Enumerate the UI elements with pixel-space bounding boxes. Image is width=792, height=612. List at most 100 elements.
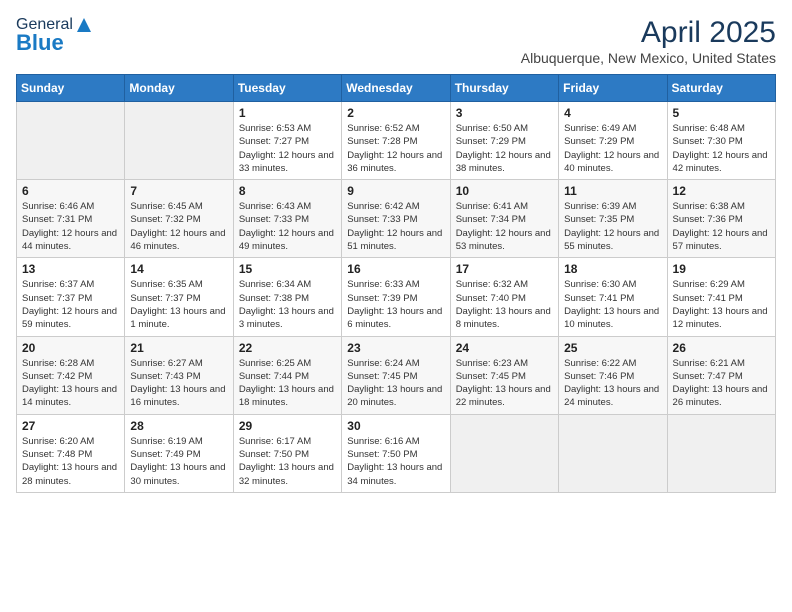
day-info: Sunrise: 6:32 AM Sunset: 7:40 PM Dayligh…	[456, 278, 553, 331]
day-info: Sunrise: 6:29 AM Sunset: 7:41 PM Dayligh…	[673, 278, 770, 331]
calendar-week-row: 27 Sunrise: 6:20 AM Sunset: 7:48 PM Dayli…	[17, 414, 776, 492]
day-number: 6	[22, 184, 119, 198]
day-number: 12	[673, 184, 770, 198]
calendar-cell: 19 Sunrise: 6:29 AM Sunset: 7:41 PM Dayli…	[667, 258, 775, 336]
day-number: 28	[130, 419, 227, 433]
day-number: 4	[564, 106, 661, 120]
calendar-table: SundayMondayTuesdayWednesdayThursdayFrid…	[16, 74, 776, 493]
calendar-week-row: 6 Sunrise: 6:46 AM Sunset: 7:31 PM Daylig…	[17, 180, 776, 258]
day-number: 5	[673, 106, 770, 120]
calendar-cell: 24 Sunrise: 6:23 AM Sunset: 7:45 PM Dayli…	[450, 336, 558, 414]
weekday-header-saturday: Saturday	[667, 75, 775, 102]
calendar-cell: 16 Sunrise: 6:33 AM Sunset: 7:39 PM Dayli…	[342, 258, 450, 336]
day-number: 13	[22, 262, 119, 276]
calendar-cell: 15 Sunrise: 6:34 AM Sunset: 7:38 PM Dayli…	[233, 258, 341, 336]
day-number: 29	[239, 419, 336, 433]
title-block: April 2025 Albuquerque, New Mexico, Unit…	[521, 16, 776, 66]
day-info: Sunrise: 6:39 AM Sunset: 7:35 PM Dayligh…	[564, 200, 661, 253]
day-number: 19	[673, 262, 770, 276]
weekday-header-thursday: Thursday	[450, 75, 558, 102]
day-info: Sunrise: 6:49 AM Sunset: 7:29 PM Dayligh…	[564, 122, 661, 175]
logo-triangle-icon	[75, 16, 93, 34]
day-info: Sunrise: 6:48 AM Sunset: 7:30 PM Dayligh…	[673, 122, 770, 175]
calendar-cell: 20 Sunrise: 6:28 AM Sunset: 7:42 PM Dayli…	[17, 336, 125, 414]
day-info: Sunrise: 6:22 AM Sunset: 7:46 PM Dayligh…	[564, 357, 661, 410]
calendar-cell: 29 Sunrise: 6:17 AM Sunset: 7:50 PM Dayli…	[233, 414, 341, 492]
day-info: Sunrise: 6:52 AM Sunset: 7:28 PM Dayligh…	[347, 122, 444, 175]
calendar-week-row: 20 Sunrise: 6:28 AM Sunset: 7:42 PM Dayli…	[17, 336, 776, 414]
day-info: Sunrise: 6:38 AM Sunset: 7:36 PM Dayligh…	[673, 200, 770, 253]
calendar-cell: 10Sunrise: 6:41 AM Sunset: 7:34 PM Dayli…	[450, 180, 558, 258]
day-info: Sunrise: 6:16 AM Sunset: 7:50 PM Dayligh…	[347, 435, 444, 488]
calendar-cell: 2 Sunrise: 6:52 AM Sunset: 7:28 PM Daylig…	[342, 102, 450, 180]
day-number: 17	[456, 262, 553, 276]
calendar-cell	[450, 414, 558, 492]
day-info: Sunrise: 6:33 AM Sunset: 7:39 PM Dayligh…	[347, 278, 444, 331]
day-info: Sunrise: 6:25 AM Sunset: 7:44 PM Dayligh…	[239, 357, 336, 410]
day-info: Sunrise: 6:23 AM Sunset: 7:45 PM Dayligh…	[456, 357, 553, 410]
weekday-header-tuesday: Tuesday	[233, 75, 341, 102]
day-info: Sunrise: 6:50 AM Sunset: 7:29 PM Dayligh…	[456, 122, 553, 175]
calendar-cell: 26Sunrise: 6:21 AM Sunset: 7:47 PM Dayli…	[667, 336, 775, 414]
day-info: Sunrise: 6:43 AM Sunset: 7:33 PM Dayligh…	[239, 200, 336, 253]
calendar-cell: 30 Sunrise: 6:16 AM Sunset: 7:50 PM Dayli…	[342, 414, 450, 492]
weekday-header-sunday: Sunday	[17, 75, 125, 102]
weekday-header-wednesday: Wednesday	[342, 75, 450, 102]
calendar-cell	[559, 414, 667, 492]
day-info: Sunrise: 6:17 AM Sunset: 7:50 PM Dayligh…	[239, 435, 336, 488]
calendar-cell: 1Sunrise: 6:53 AM Sunset: 7:27 PM Daylig…	[233, 102, 341, 180]
calendar-title: April 2025	[521, 16, 776, 50]
logo-blue-text: Blue	[16, 30, 64, 56]
day-info: Sunrise: 6:19 AM Sunset: 7:49 PM Dayligh…	[130, 435, 227, 488]
calendar-cell: 21Sunrise: 6:27 AM Sunset: 7:43 PM Dayli…	[125, 336, 233, 414]
calendar-cell: 25 Sunrise: 6:22 AM Sunset: 7:46 PM Dayli…	[559, 336, 667, 414]
day-number: 3	[456, 106, 553, 120]
calendar-cell: 28 Sunrise: 6:19 AM Sunset: 7:49 PM Dayli…	[125, 414, 233, 492]
day-number: 15	[239, 262, 336, 276]
calendar-cell: 7 Sunrise: 6:45 AM Sunset: 7:32 PM Daylig…	[125, 180, 233, 258]
calendar-cell: 9 Sunrise: 6:42 AM Sunset: 7:33 PM Daylig…	[342, 180, 450, 258]
day-info: Sunrise: 6:28 AM Sunset: 7:42 PM Dayligh…	[22, 357, 119, 410]
weekday-header-monday: Monday	[125, 75, 233, 102]
day-number: 8	[239, 184, 336, 198]
calendar-cell: 23Sunrise: 6:24 AM Sunset: 7:45 PM Dayli…	[342, 336, 450, 414]
calendar-cell: 17 Sunrise: 6:32 AM Sunset: 7:40 PM Dayli…	[450, 258, 558, 336]
page-header: General Blue April 2025 Albuquerque, New…	[16, 16, 776, 66]
day-number: 20	[22, 341, 119, 355]
calendar-cell: 11 Sunrise: 6:39 AM Sunset: 7:35 PM Dayli…	[559, 180, 667, 258]
calendar-cell	[17, 102, 125, 180]
day-number: 9	[347, 184, 444, 198]
day-info: Sunrise: 6:30 AM Sunset: 7:41 PM Dayligh…	[564, 278, 661, 331]
day-number: 14	[130, 262, 227, 276]
day-info: Sunrise: 6:34 AM Sunset: 7:38 PM Dayligh…	[239, 278, 336, 331]
day-number: 7	[130, 184, 227, 198]
calendar-week-row: 13Sunrise: 6:37 AM Sunset: 7:37 PM Dayli…	[17, 258, 776, 336]
calendar-subtitle: Albuquerque, New Mexico, United States	[521, 50, 776, 66]
day-number: 11	[564, 184, 661, 198]
calendar-cell: 8 Sunrise: 6:43 AM Sunset: 7:33 PM Daylig…	[233, 180, 341, 258]
day-number: 25	[564, 341, 661, 355]
day-info: Sunrise: 6:20 AM Sunset: 7:48 PM Dayligh…	[22, 435, 119, 488]
day-number: 30	[347, 419, 444, 433]
day-number: 2	[347, 106, 444, 120]
weekday-header-friday: Friday	[559, 75, 667, 102]
day-info: Sunrise: 6:24 AM Sunset: 7:45 PM Dayligh…	[347, 357, 444, 410]
day-info: Sunrise: 6:35 AM Sunset: 7:37 PM Dayligh…	[130, 278, 227, 331]
weekday-header-row: SundayMondayTuesdayWednesdayThursdayFrid…	[17, 75, 776, 102]
day-info: Sunrise: 6:45 AM Sunset: 7:32 PM Dayligh…	[130, 200, 227, 253]
calendar-cell	[667, 414, 775, 492]
day-info: Sunrise: 6:46 AM Sunset: 7:31 PM Dayligh…	[22, 200, 119, 253]
day-number: 27	[22, 419, 119, 433]
calendar-cell: 6 Sunrise: 6:46 AM Sunset: 7:31 PM Daylig…	[17, 180, 125, 258]
day-number: 16	[347, 262, 444, 276]
calendar-cell: 5 Sunrise: 6:48 AM Sunset: 7:30 PM Daylig…	[667, 102, 775, 180]
calendar-cell: 4 Sunrise: 6:49 AM Sunset: 7:29 PM Daylig…	[559, 102, 667, 180]
day-info: Sunrise: 6:42 AM Sunset: 7:33 PM Dayligh…	[347, 200, 444, 253]
calendar-cell: 12 Sunrise: 6:38 AM Sunset: 7:36 PM Dayli…	[667, 180, 775, 258]
calendar-cell: 22Sunrise: 6:25 AM Sunset: 7:44 PM Dayli…	[233, 336, 341, 414]
day-info: Sunrise: 6:53 AM Sunset: 7:27 PM Dayligh…	[239, 122, 336, 175]
calendar-cell: 14 Sunrise: 6:35 AM Sunset: 7:37 PM Dayli…	[125, 258, 233, 336]
calendar-cell	[125, 102, 233, 180]
day-number: 26	[673, 341, 770, 355]
day-number: 24	[456, 341, 553, 355]
